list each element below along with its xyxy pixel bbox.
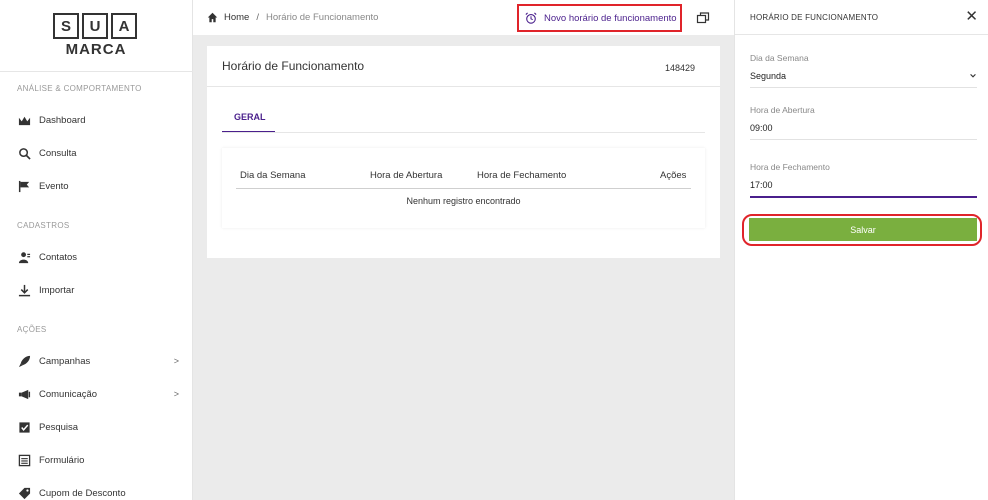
- section-title-analise: ANÁLISE & COMPORTAMENTO: [17, 84, 142, 93]
- card-divider: [207, 86, 720, 87]
- sidebar: S U A MARCA ANÁLISE & COMPORTAMENTO Dash…: [0, 0, 193, 500]
- dashboard-icon: [17, 113, 31, 127]
- opening-time-value: 09:00: [750, 123, 773, 133]
- sidebar-item-label: Formulário: [39, 454, 85, 466]
- sidebar-item-label: Contatos: [39, 251, 78, 263]
- section-title-cadastros: CADASTROS: [17, 221, 70, 230]
- breadcrumb-home[interactable]: Home: [224, 12, 249, 23]
- new-schedule-button[interactable]: Novo horário de funcionamento: [517, 4, 682, 32]
- alarm-clock-icon: [525, 12, 537, 24]
- sidebar-divider: [0, 71, 193, 72]
- sidebar-item-campanhas[interactable]: Campanhas >: [0, 348, 193, 374]
- breadcrumb-separator: /: [256, 11, 259, 23]
- home-icon[interactable]: [206, 11, 218, 23]
- sidebar-item-label: Dashboard: [39, 114, 86, 126]
- closing-time-input[interactable]: Hora de Fechamento 17:00: [750, 162, 977, 198]
- sidebar-item-label: Pesquisa: [39, 421, 79, 433]
- sidebar-item-cupom[interactable]: Cupom de Desconto: [0, 480, 193, 500]
- sidebar-item-comunicacao[interactable]: Comunicação >: [0, 381, 193, 407]
- column-header-actions: Ações: [660, 170, 687, 181]
- section-title-acoes: AÇÕES: [17, 325, 47, 334]
- panel-header: HORÁRIO DE FUNCIONAMENTO ✕: [735, 0, 988, 35]
- card-title: Horário de Funcionamento: [222, 59, 365, 73]
- field-label: Dia da Semana: [750, 53, 809, 63]
- logo-letter: A: [111, 13, 137, 39]
- empty-message: Nenhum registro encontrado: [406, 196, 521, 206]
- save-button[interactable]: Salvar: [749, 218, 977, 241]
- field-underline: [750, 87, 977, 88]
- search-icon: [17, 146, 31, 160]
- side-panel: HORÁRIO DE FUNCIONAMENTO ✕ Dia da Semana…: [734, 0, 988, 500]
- sidebar-item-evento[interactable]: Evento: [0, 173, 193, 199]
- window-restore-icon[interactable]: [696, 11, 710, 25]
- sidebar-item-formulario[interactable]: Formulário: [0, 447, 193, 473]
- column-header-day[interactable]: Dia da Semana: [240, 170, 305, 181]
- megaphone-icon: [17, 387, 31, 401]
- column-header-open[interactable]: Hora de Abertura: [370, 170, 442, 181]
- sidebar-item-label: Cupom de Desconto: [39, 487, 126, 499]
- coupon-icon: [17, 486, 31, 500]
- sidebar-item-pesquisa[interactable]: Pesquisa: [0, 414, 193, 440]
- logo-letter: S: [53, 13, 79, 39]
- day-of-week-select[interactable]: Dia da Semana Segunda: [750, 53, 977, 88]
- tab-underline: [222, 132, 705, 133]
- top-bar: Home / Horário de Funcionamento Novo hor…: [193, 0, 734, 35]
- logo-text: MARCA: [65, 41, 127, 58]
- breadcrumb: Home / Horário de Funcionamento: [206, 11, 378, 23]
- sidebar-item-label: Importar: [39, 284, 75, 296]
- form-icon: [17, 453, 31, 467]
- closing-time-value: 17:00: [750, 180, 773, 190]
- field-underline-active: [750, 196, 977, 198]
- table-header-line: [236, 188, 691, 189]
- flag-icon: [17, 179, 31, 193]
- opening-time-input[interactable]: Hora de Abertura 09:00: [750, 105, 977, 140]
- sidebar-item-importar[interactable]: Importar: [0, 277, 193, 303]
- new-schedule-label: Novo horário de funcionamento: [544, 12, 677, 24]
- sidebar-item-label: Campanhas: [39, 355, 91, 367]
- schedule-card: Horário de Funcionamento 148429 GERAL Di…: [207, 46, 720, 258]
- sidebar-item-consulta[interactable]: Consulta: [0, 140, 193, 166]
- contacts-icon: [17, 250, 31, 264]
- tab-geral[interactable]: GERAL: [222, 104, 275, 133]
- chevron-right-icon: >: [173, 389, 179, 399]
- brand-logo[interactable]: S U A MARCA: [53, 13, 139, 58]
- sidebar-item-contatos[interactable]: Contatos: [0, 244, 193, 270]
- chevron-down-icon: [970, 74, 976, 78]
- panel-title: HORÁRIO DE FUNCIONAMENTO: [750, 13, 879, 22]
- sidebar-item-dashboard[interactable]: Dashboard: [0, 107, 193, 133]
- sidebar-item-label: Consulta: [39, 147, 77, 159]
- field-underline: [750, 139, 977, 140]
- breadcrumb-current: Horário de Funcionamento: [265, 11, 379, 23]
- checklist-icon: [17, 420, 31, 434]
- chevron-right-icon: >: [173, 356, 179, 366]
- field-label: Hora de Fechamento: [750, 162, 830, 172]
- day-of-week-value: Segunda: [750, 71, 787, 81]
- sidebar-item-label: Evento: [39, 180, 69, 192]
- record-id: 148429: [664, 63, 695, 73]
- field-value-wrap: Segunda: [750, 71, 977, 87]
- field-label: Hora de Abertura: [750, 105, 815, 115]
- logo-letter: U: [82, 13, 108, 39]
- download-icon: [17, 283, 31, 297]
- rocket-icon: [17, 354, 31, 368]
- close-icon[interactable]: ✕: [965, 9, 978, 24]
- sidebar-item-label: Comunicação: [39, 388, 98, 400]
- schedule-table: Dia da Semana Hora de Abertura Hora de F…: [222, 148, 705, 228]
- column-header-close[interactable]: Hora de Fechamento: [477, 170, 566, 181]
